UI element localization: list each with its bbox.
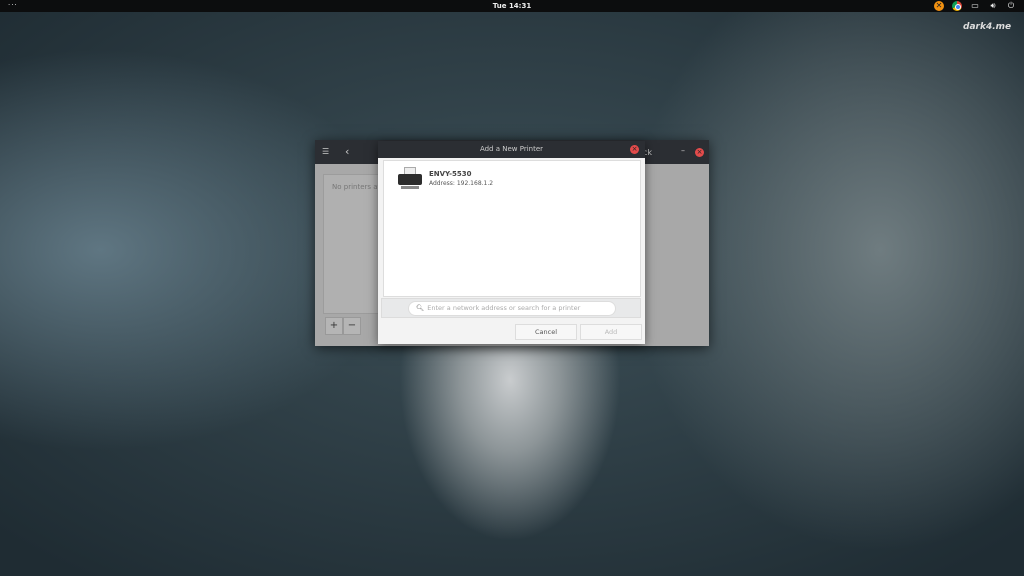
add-printer-dialog: Add a New Printer × ENVY-5530 Address: 1… [378,141,645,344]
search-placeholder: Enter a network address or search for a … [427,304,581,312]
cancel-button[interactable]: Cancel [515,324,577,340]
volume-icon[interactable]: 🔊︎ [988,1,998,11]
back-button[interactable]: ‹ [345,145,349,158]
remove-printer-button[interactable]: − [343,317,361,335]
printer-address: Address: 192.168.1.2 [429,180,494,187]
list-item[interactable]: ENVY-5530 Address: 192.168.1.2 [398,167,493,191]
printer-icon [398,167,422,191]
minimize-button[interactable]: – [681,146,685,155]
dialog-title: Add a New Printer [479,145,544,153]
search-icon: 🔍︎ [416,304,425,312]
system-tray: ✕ ▭ 🔊︎ ⏻ [934,1,1016,11]
power-icon[interactable]: ⏻ [1006,1,1016,11]
watermark: dark4.me [963,22,1012,32]
printer-name: ENVY-5530 [429,170,472,178]
dialog-close-button[interactable]: × [630,145,639,154]
close-button[interactable]: × [695,148,704,157]
menu-icon[interactable]: ☰ [322,147,329,156]
top-bar: ··· Tue 14:31 ✕ ▭ 🔊︎ ⏻ [0,0,1024,12]
dialog-titlebar: Add a New Printer × [378,141,645,158]
display-icon[interactable]: ▭ [970,1,980,11]
add-button[interactable]: Add [580,324,642,340]
clock[interactable]: Tue 14:31 [0,2,1024,10]
crossover-icon[interactable]: ✕ [934,1,944,11]
search-bar: 🔍︎ Enter a network address or search for … [381,298,641,318]
search-input[interactable]: 🔍︎ Enter a network address or search for … [408,301,616,316]
chrome-icon[interactable] [952,1,962,11]
printer-list: ENVY-5530 Address: 192.168.1.2 [383,160,641,297]
add-printer-button[interactable]: + [325,317,343,335]
